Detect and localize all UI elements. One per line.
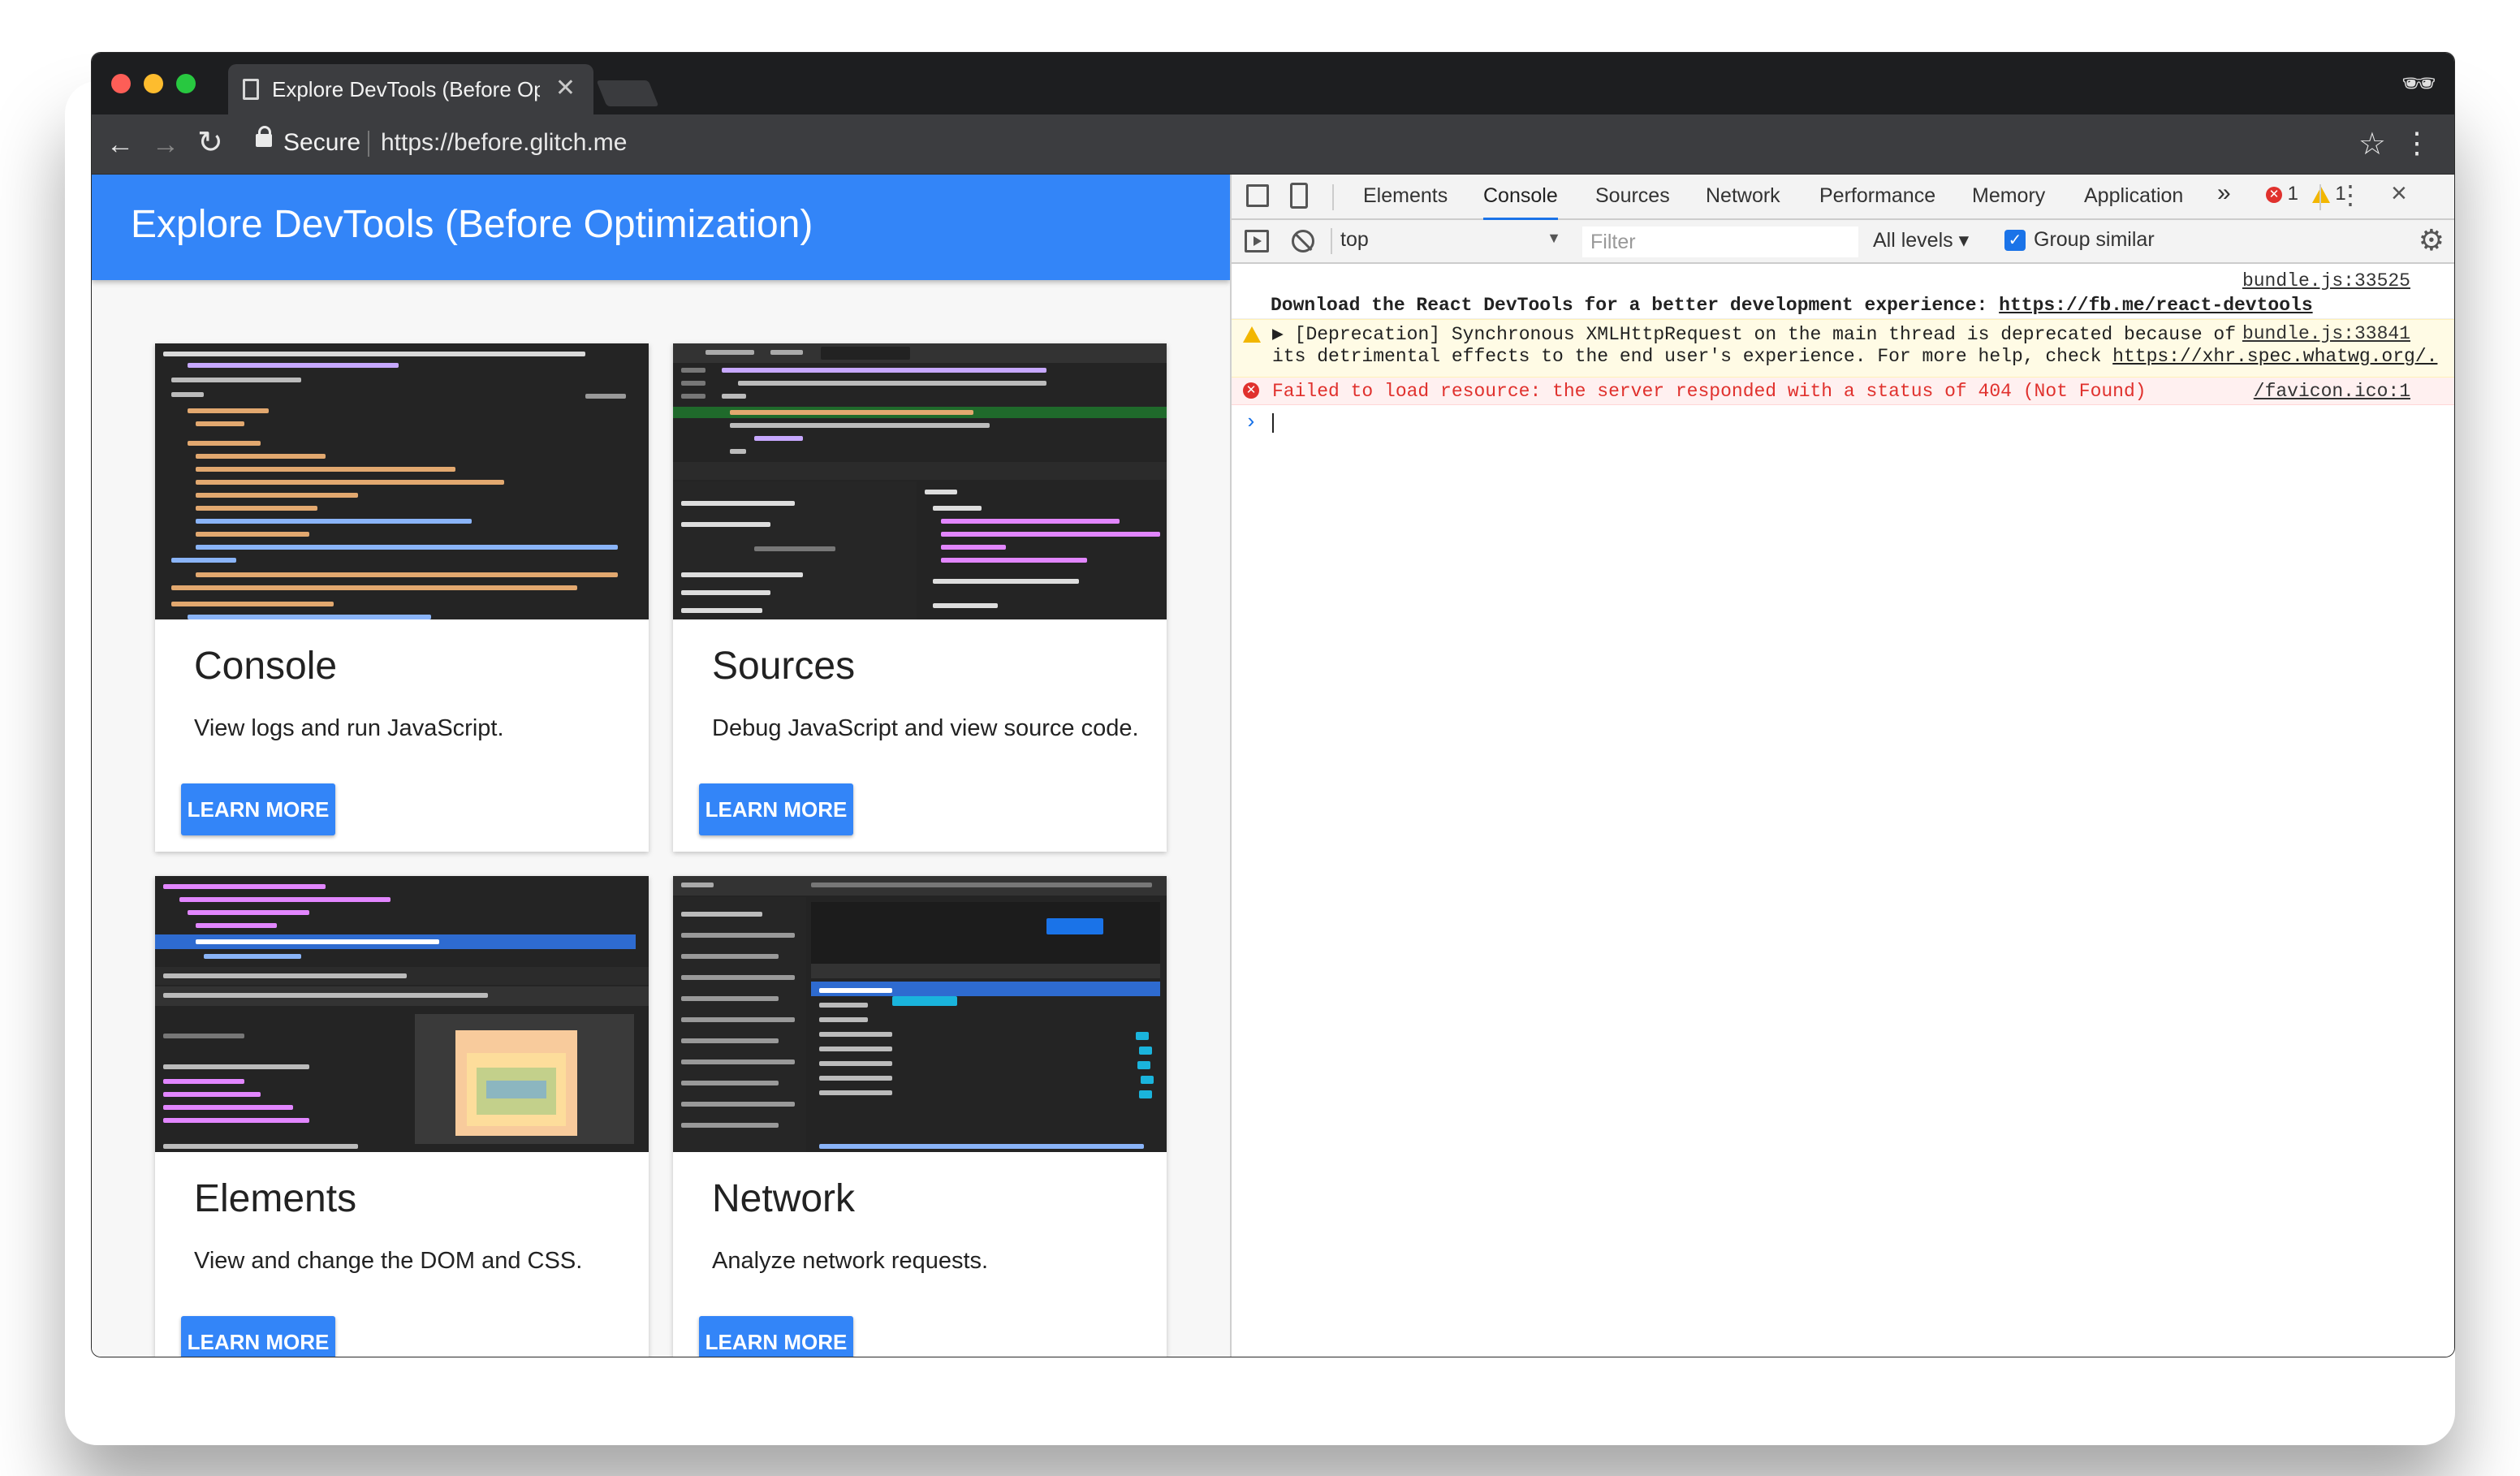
card-description: View and change the DOM and CSS. [194, 1248, 583, 1274]
tab-performance[interactable]: Performance [1819, 184, 1935, 208]
message-source-link[interactable]: bundle.js:33841 [2242, 323, 2410, 344]
tab-network[interactable]: Network [1706, 184, 1780, 208]
message-source-link[interactable]: bundle.js:33525 [2242, 270, 2410, 291]
bookmark-star-icon[interactable]: ☆ [2358, 126, 2386, 162]
message-link[interactable]: https://xhr.spec.whatwg.org/. [2112, 346, 2437, 367]
learn-more-console-button[interactable]: LEARN MORE [181, 783, 335, 835]
address-toolbar: ← → ↻ Secure https://before.glitch.me ☆ … [92, 114, 2454, 175]
message-link[interactable]: https://fb.me/react-devtools [1999, 295, 2312, 316]
url-input[interactable]: https://before.glitch.me [381, 129, 628, 157]
warning-icon [1243, 326, 1261, 343]
page-header: Explore DevTools (Before Optimization) [92, 175, 1230, 280]
console-message-warning: bundle.js:33841 ▶ [Deprecation] Synchron… [1232, 319, 2454, 378]
devtools-panel: Elements Console Sources Network Perform… [1230, 175, 2454, 1357]
console-sidebar-icon[interactable] [1245, 230, 1269, 252]
elements-screenshot [155, 876, 649, 1152]
card-title: Network [712, 1177, 856, 1220]
card-title: Sources [712, 645, 856, 688]
error-warning-counter[interactable]: ✕ 1 1 [2266, 183, 2346, 205]
console-screenshot [155, 343, 649, 619]
clear-console-icon[interactable] [1292, 230, 1314, 252]
close-devtools-icon[interactable]: × [2391, 178, 2407, 209]
context-selector[interactable]: top ▼ [1340, 228, 1568, 256]
context-value: top [1340, 228, 1369, 251]
error-icon: ✕ [2266, 186, 2282, 203]
address-separator [368, 131, 369, 157]
back-arrow-icon[interactable]: ← [106, 129, 134, 161]
learn-more-elements-button[interactable]: LEARN MORE [181, 1316, 335, 1357]
browser-window: Explore DevTools (Before Optimization) ✕… [91, 52, 2455, 1357]
error-icon: ✕ [1243, 382, 1259, 399]
console-input[interactable] [1272, 413, 1274, 433]
card-description: Debug JavaScript and view source code. [712, 715, 1139, 741]
more-tabs-button[interactable]: » [2217, 179, 2231, 207]
devtools-menu-icon[interactable]: ⋮ [2337, 179, 2363, 210]
inspect-element-icon[interactable] [1246, 184, 1269, 207]
lock-icon [256, 126, 272, 147]
prompt-chevron-icon: › [1245, 410, 1258, 434]
gear-icon[interactable]: ⚙ [2419, 223, 2444, 257]
learn-more-network-button[interactable]: LEARN MORE [699, 1316, 853, 1357]
forward-arrow-icon[interactable]: → [152, 129, 179, 161]
tab-memory[interactable]: Memory [1972, 184, 2045, 208]
tab-sources[interactable]: Sources [1595, 184, 1670, 208]
network-screenshot [673, 876, 1167, 1152]
document-icon [243, 79, 259, 100]
message-text-continued: its detrimental effects to the end user'… [1272, 346, 2438, 367]
close-window-button[interactable] [111, 74, 131, 93]
minimize-window-button[interactable] [144, 74, 163, 93]
learn-more-sources-button[interactable]: LEARN MORE [699, 783, 853, 835]
group-similar-label: Group similar [2034, 228, 2155, 251]
reload-icon[interactable]: ↻ [197, 124, 223, 161]
incognito-icon: 🕶 [2401, 68, 2436, 99]
message-source-link[interactable]: /favicon.ico:1 [2254, 381, 2410, 402]
tab-close-icon[interactable]: ✕ [555, 74, 576, 102]
caret-down-icon: ▼ [1547, 230, 1561, 246]
console-message-error: ✕ /favicon.ico:1 Failed to load resource… [1232, 378, 2454, 405]
error-count: 1 [2287, 183, 2299, 205]
tab-title: Explore DevTools (Before Optimization) [272, 77, 540, 101]
message-text[interactable]: ▶ [Deprecation] Synchronous XMLHttpReque… [1272, 323, 2236, 345]
console-toolbar: top ▼ Filter All levels ▾ ✓ Group simila… [1232, 220, 2454, 264]
message-text: Failed to load resource: the server resp… [1272, 381, 2147, 402]
maximize-window-button[interactable] [176, 74, 196, 93]
card-title: Console [194, 645, 338, 688]
tab-application[interactable]: Application [2084, 184, 2183, 208]
device-toolbar-icon[interactable] [1290, 183, 1308, 209]
console-message-info: bundle.js:33525 Download the React DevTo… [1232, 264, 2454, 319]
filter-input[interactable]: Filter [1582, 227, 1858, 257]
divider [2319, 184, 2321, 210]
new-tab-button[interactable] [596, 80, 659, 106]
card-console: Console View logs and run JavaScript. LE… [155, 343, 649, 852]
divider [1331, 228, 1332, 254]
web-page: Explore DevTools (Before Optimization) C… [92, 175, 1230, 1357]
card-title: Elements [194, 1177, 357, 1220]
card-sources: Sources Debug JavaScript and view source… [673, 343, 1167, 852]
log-levels-dropdown[interactable]: All levels ▾ [1873, 228, 1969, 252]
group-similar-checkbox[interactable]: ✓ [2004, 230, 2026, 251]
card-description: Analyze network requests. [712, 1248, 989, 1274]
devtools-tab-bar: Elements Console Sources Network Perform… [1232, 175, 2454, 221]
browser-tab[interactable]: Explore DevTools (Before Optimization) ✕ [228, 64, 593, 114]
page-title: Explore DevTools (Before Optimization) [131, 203, 813, 246]
title-bar: Explore DevTools (Before Optimization) ✕… [92, 53, 2454, 114]
card-elements: Elements View and change the DOM and CSS… [155, 876, 649, 1357]
card-description: View logs and run JavaScript. [194, 715, 504, 741]
sources-screenshot [673, 343, 1167, 619]
divider [1332, 184, 1334, 210]
console-output: bundle.js:33525 Download the React DevTo… [1232, 264, 2454, 1357]
browser-menu-icon[interactable]: ⋮ [2402, 126, 2432, 160]
card-network: Network Analyze network requests. LEARN … [673, 876, 1167, 1357]
secure-label[interactable]: Secure [283, 129, 360, 157]
message-text: Download the React DevTools for a better… [1271, 295, 2313, 316]
tab-console[interactable]: Console [1483, 184, 1558, 221]
tab-elements[interactable]: Elements [1363, 184, 1448, 208]
